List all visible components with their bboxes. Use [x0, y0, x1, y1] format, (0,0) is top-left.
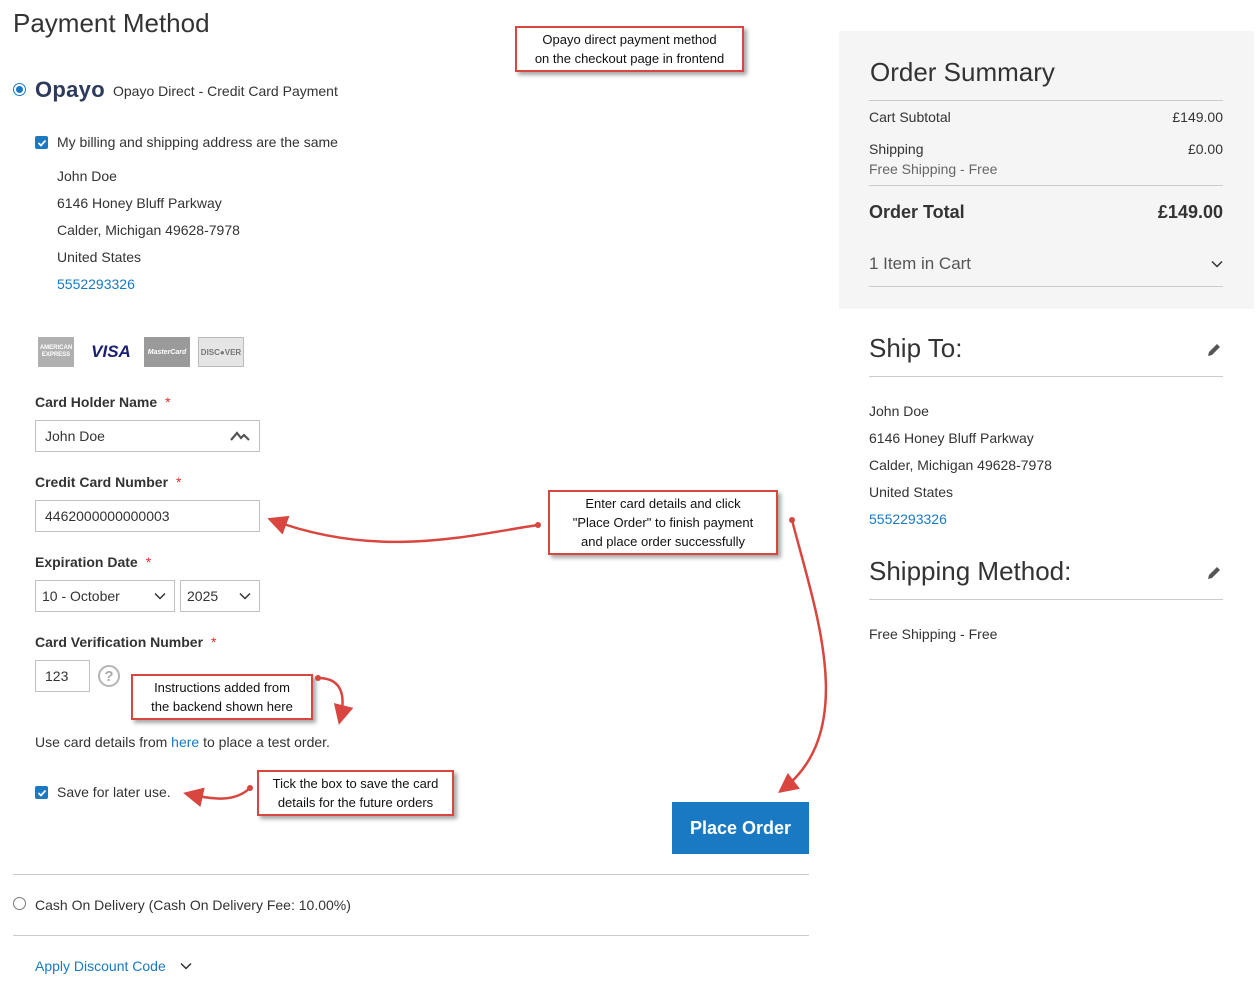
- arrow-to-save-card: [183, 787, 251, 808]
- shipping-value: £0.00: [1187, 141, 1223, 157]
- arrow-to-card-number: [267, 515, 539, 544]
- shipping-method-title: Shipping Method:: [869, 556, 1072, 586]
- order-total-value: £149.00: [1157, 202, 1223, 222]
- order-summary-title: Order Summary: [870, 57, 1055, 87]
- divider: [869, 286, 1223, 287]
- ship-to-street: 6146 Honey Bluff Parkway: [869, 430, 1034, 446]
- shipping-method-summary: Free Shipping - Free: [869, 161, 998, 177]
- subtotal-value: £149.00: [1172, 109, 1223, 125]
- pencil-icon[interactable]: [1205, 341, 1223, 359]
- ship-to-city: Calder, Michigan 49628-7978: [869, 457, 1052, 473]
- divider: [869, 185, 1223, 186]
- divider: [869, 100, 1223, 101]
- divider: [869, 599, 1223, 600]
- shipping-label: Shipping: [869, 141, 924, 157]
- ship-to-phone[interactable]: 5552293326: [869, 511, 947, 527]
- divider: [869, 376, 1223, 377]
- arrow-to-place-order: [778, 519, 828, 794]
- arrow-to-instructions: [317, 676, 354, 725]
- ship-to-name: John Doe: [869, 403, 929, 419]
- subtotal-label: Cart Subtotal: [869, 109, 951, 125]
- ship-to-country: United States: [869, 484, 954, 500]
- chevron-down-icon: [1211, 260, 1223, 268]
- pencil-icon[interactable]: [1205, 564, 1223, 582]
- shipping-method-value: Free Shipping - Free: [869, 626, 998, 642]
- ship-to-title: Ship To:: [869, 333, 963, 363]
- items-in-cart-toggle[interactable]: 1 Item in Cart: [869, 254, 1223, 274]
- order-total-label: Order Total: [869, 202, 965, 222]
